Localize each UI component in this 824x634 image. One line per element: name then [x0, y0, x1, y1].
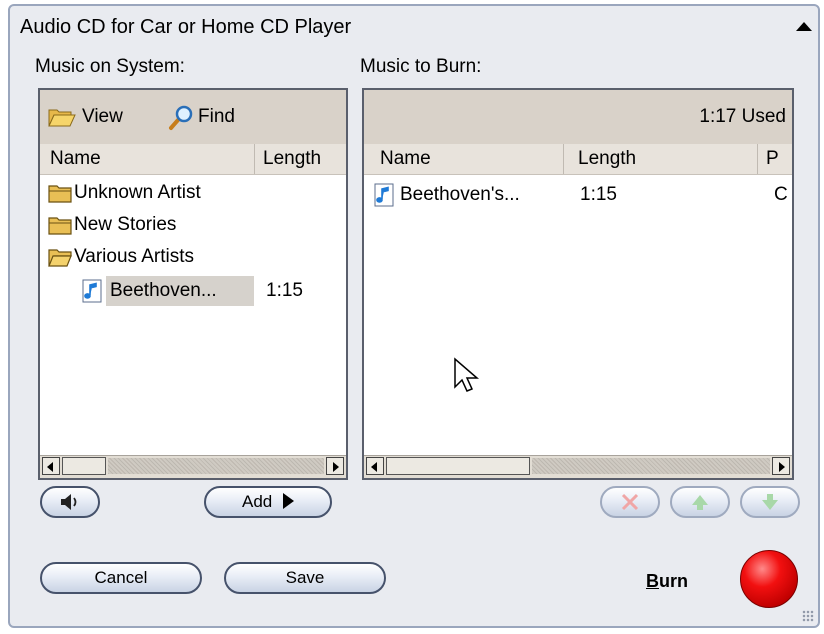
- remove-icon: [621, 493, 639, 511]
- burn-track-name: Beethoven's...: [400, 184, 520, 205]
- column-name[interactable]: Name: [40, 144, 255, 174]
- right-horizontal-scrollbar[interactable]: [364, 455, 792, 478]
- remove-button[interactable]: [600, 486, 660, 518]
- tree-item-label: Unknown Artist: [74, 182, 201, 203]
- scroll-right-button[interactable]: [772, 457, 790, 475]
- add-label: Add: [242, 492, 273, 511]
- music-on-system-label: Music on System:: [35, 56, 185, 77]
- left-column-header: Name Length: [40, 144, 346, 175]
- scroll-thumb[interactable]: [62, 457, 106, 475]
- cancel-button[interactable]: Cancel: [40, 562, 202, 594]
- scroll-left-button[interactable]: [42, 457, 60, 475]
- music-file-icon: [374, 183, 394, 207]
- scroll-left-button[interactable]: [366, 457, 384, 475]
- add-button[interactable]: Add: [204, 486, 332, 518]
- arrow-up-icon: [692, 495, 708, 510]
- folder-icon: [48, 185, 72, 203]
- scroll-track[interactable]: [532, 458, 770, 474]
- mouse-cursor-icon: [454, 357, 480, 392]
- speaker-icon: [61, 494, 77, 510]
- move-up-button[interactable]: [670, 486, 730, 518]
- left-horizontal-scrollbar[interactable]: [40, 455, 346, 478]
- arrow-down-icon: [762, 494, 778, 510]
- magnifier-icon: [169, 105, 193, 130]
- scroll-right-button[interactable]: [326, 457, 344, 475]
- folder-open-icon: [48, 109, 76, 127]
- tree-item-label: New Stories: [74, 214, 177, 235]
- scroll-thumb[interactable]: [386, 457, 530, 475]
- resize-grip[interactable]: [802, 610, 814, 622]
- save-label: Save: [285, 568, 325, 587]
- window-title: Audio CD for Car or Home CD Player: [20, 16, 352, 38]
- move-down-button[interactable]: [740, 486, 800, 518]
- music-file-icon: [82, 279, 102, 303]
- preview-button[interactable]: [40, 486, 100, 518]
- find-label: Find: [198, 106, 235, 127]
- column-p[interactable]: P: [758, 144, 792, 174]
- used-time: 1:17 Used: [699, 106, 786, 127]
- column-length[interactable]: Length: [564, 144, 758, 174]
- folder-open-icon: [48, 249, 72, 267]
- burn-label: Burn: [646, 571, 688, 591]
- burn-list-row[interactable]: Beethoven's... 1:15 C: [374, 180, 792, 210]
- column-length[interactable]: Length: [255, 144, 346, 174]
- tree-track-beethoven[interactable]: Beethoven... 1:15: [82, 276, 322, 306]
- right-column-header: Name Length P: [364, 144, 792, 175]
- music-to-burn-panel: 1:17 Used Name Length P Beethoven's... 1…: [362, 88, 794, 480]
- music-on-system-panel: View Find Name Length Unknown Artist New…: [38, 88, 348, 480]
- burn-track-length: 1:15: [580, 184, 617, 205]
- play-arrow-icon: [282, 493, 294, 509]
- left-toolbar: View Find: [40, 90, 346, 145]
- folder-icon: [48, 217, 72, 235]
- track-length: 1:15: [266, 280, 303, 301]
- burn-button[interactable]: [740, 550, 798, 608]
- scroll-track[interactable]: [108, 458, 324, 474]
- save-button[interactable]: Save: [224, 562, 386, 594]
- collapse-arrow-icon[interactable]: [796, 22, 812, 31]
- right-toolbar: 1:17 Used: [364, 90, 792, 145]
- music-to-burn-label: Music to Burn:: [360, 56, 482, 77]
- tree-item-label: Various Artists: [74, 246, 195, 267]
- burn-dialog: Audio CD for Car or Home CD Player Music…: [8, 4, 820, 628]
- track-name: Beethoven...: [106, 276, 254, 306]
- view-label: View: [82, 106, 123, 127]
- column-name[interactable]: Name: [364, 144, 564, 174]
- burn-track-p: C: [774, 184, 788, 205]
